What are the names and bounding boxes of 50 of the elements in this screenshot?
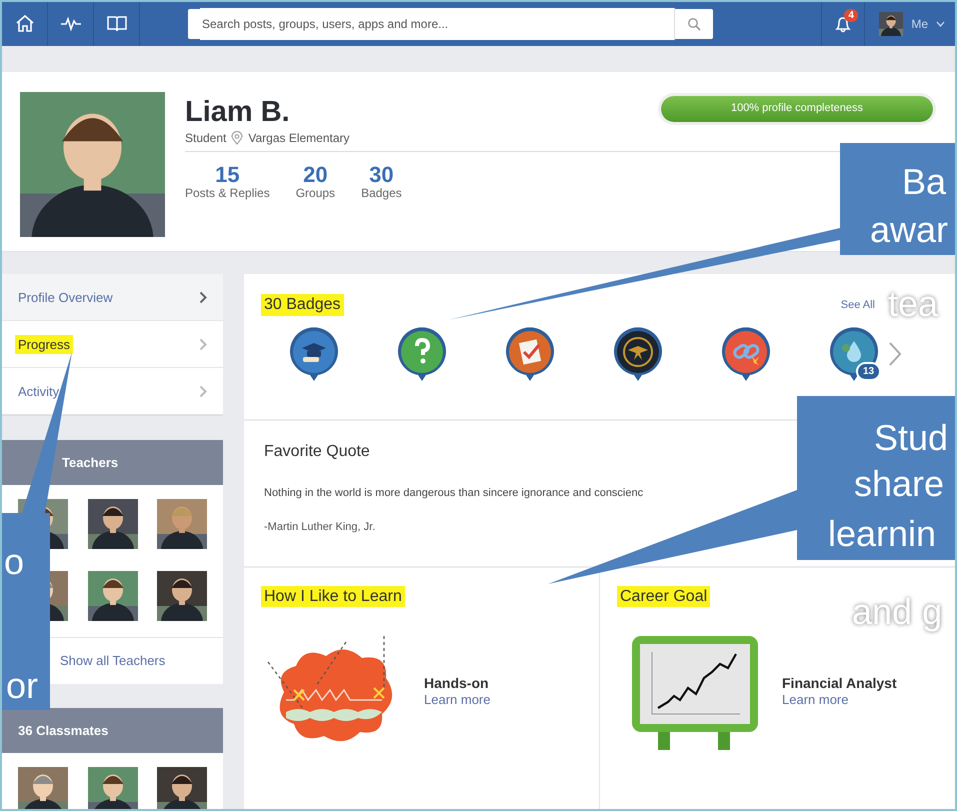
location-pin-icon (231, 131, 244, 145)
section-title: Favorite Quote (264, 443, 371, 461)
card-title: Teachers (62, 455, 118, 470)
chevron-icon (199, 384, 207, 398)
search-field[interactable]: Search posts, groups, users, apps and more... (188, 9, 713, 39)
stat-value: 20 (303, 164, 328, 186)
callout-text: or (6, 666, 38, 706)
quote-author: -Martin Luther King, Jr. (264, 521, 376, 533)
stat-value: 15 (215, 164, 240, 186)
see-all-link[interactable]: See All (840, 299, 875, 311)
badge-icon[interactable] (720, 326, 772, 382)
stat-label: Badges (361, 186, 402, 200)
stat-value: 30 (369, 164, 394, 186)
section-title: How I Like to Learn (261, 586, 405, 607)
callout-text: and g (852, 592, 942, 632)
caret-icon (936, 21, 945, 27)
badge-icon[interactable] (288, 326, 340, 382)
callout-text: learnin (828, 514, 936, 554)
search-icon[interactable] (687, 17, 701, 31)
completeness-label: 100% profile completeness (730, 102, 864, 114)
role-text: Student (185, 131, 226, 145)
section-title: Career Goal (617, 586, 710, 607)
card-title: 36 Classmates (18, 723, 108, 738)
badge-icon[interactable] (396, 326, 448, 382)
sidebar-item[interactable]: Profile Overview (2, 274, 223, 321)
badge-icon[interactable] (612, 326, 664, 382)
chevron-icon (199, 290, 207, 304)
callout-text: awar (870, 210, 948, 250)
learn-more-link[interactable]: Learn more (424, 692, 490, 707)
item-title: Hands-on (424, 675, 490, 691)
callout-text: tea (888, 284, 938, 324)
quote-text: Nothing in the world is more dangerous than sincere ignorance and conscienc (264, 487, 644, 499)
badge-count: 13 (856, 362, 882, 381)
user-menu-button[interactable]: Me (865, 2, 955, 46)
school-text: Vargas Elementary (248, 131, 350, 145)
section-title: 30 Badges (261, 294, 344, 316)
callout-text: Ba (902, 162, 946, 202)
profile-name: Liam B. (185, 96, 291, 129)
callout-text: share (854, 464, 944, 504)
sidebar-item[interactable]: Progress (2, 321, 223, 368)
chevron-icon (199, 338, 207, 350)
stat-label: Groups (296, 186, 336, 200)
callout-text: o (4, 542, 24, 582)
stat-label: Posts & Replies (185, 186, 270, 200)
learn-more-link[interactable]: Learn more (782, 692, 848, 707)
show-all-link[interactable]: Show all Teachers (60, 653, 166, 668)
callout-text: Stud (874, 418, 948, 458)
notification-count: 4 (844, 9, 858, 22)
badge-icon[interactable] (504, 326, 556, 382)
item-title: Financial Analyst (782, 675, 897, 691)
